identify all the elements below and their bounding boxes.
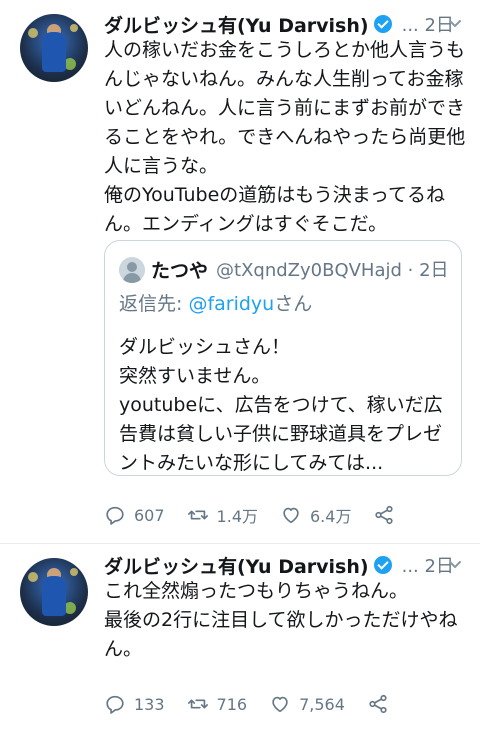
reply-button[interactable]: 133 [104, 693, 165, 715]
chevron-down-icon[interactable] [448, 558, 462, 572]
tweet-text: これ全然煽ったつもりちゃうねん。 最後の2行に注目して欲しかっただけやねん。 [104, 580, 458, 660]
share-icon [375, 505, 394, 525]
tweet-text: 人の稼いだお金をこうしろとか他人言うもんじゃないねん。みんな人生削ってお金稼いど… [104, 39, 466, 235]
reply-mention-link[interactable]: @faridyu [188, 293, 274, 315]
share-button[interactable] [367, 693, 389, 715]
share-icon [369, 694, 387, 714]
retweet-button[interactable]: 716 [187, 693, 248, 715]
retweet-count: 716 [216, 694, 248, 714]
tweet-divider [0, 543, 480, 544]
retweet-icon [187, 510, 208, 520]
quoted-author-name[interactable]: たつや [151, 256, 208, 283]
chevron-down-icon[interactable] [448, 17, 462, 31]
tweet-header: ダルビッシュ有(Yu Darvish) ... 2日 [104, 10, 454, 38]
quoted-handle-time: @tXqndZy0BQVHajd · 2日 [216, 260, 449, 281]
quoted-tweet[interactable]: たつや @tXqndZy0BQVHajd · 2日 返信先: @faridyuさ… [104, 240, 462, 476]
quoted-header: たつや @tXqndZy0BQVHajd · 2日 [151, 255, 449, 283]
tweet-timestamp[interactable]: ... 2日 [402, 552, 454, 578]
quoted-avatar[interactable] [119, 257, 145, 283]
heart-icon [272, 696, 288, 713]
author-name[interactable]: ダルビッシュ有(Yu Darvish) [104, 552, 369, 579]
heart-icon [283, 507, 299, 524]
like-button[interactable]: 7,564 [269, 693, 345, 715]
reply-button[interactable]: 607 [104, 504, 165, 526]
retweet-count: 1.4万 [216, 507, 258, 526]
reply-icon [106, 506, 124, 525]
tweet-timestamp[interactable]: ... 2日 [402, 11, 454, 37]
reply-to-label: 返信先: @faridyuさん [119, 293, 313, 315]
like-count: 7,564 [299, 694, 345, 714]
avatar[interactable] [20, 558, 88, 626]
quoted-text: ダルビッシュさん！ 突然すいません。 youtubeに、広告をつけて、稼いだ広告… [119, 336, 443, 474]
verified-badge-icon [373, 556, 392, 574]
reply-count: 607 [134, 505, 165, 525]
tweet-header: ダルビッシュ有(Yu Darvish) ... 2日 [104, 551, 454, 579]
like-button[interactable]: 6.4万 [280, 503, 351, 527]
author-name[interactable]: ダルビッシュ有(Yu Darvish) [104, 11, 369, 38]
retweet-icon [187, 699, 208, 709]
reply-icon [106, 695, 124, 714]
verified-badge-icon [373, 15, 392, 33]
avatar[interactable] [20, 14, 88, 82]
retweet-button[interactable]: 1.4万 [187, 503, 258, 527]
share-button[interactable] [373, 504, 395, 526]
tweet-actions: 133 716 7,564 [104, 692, 411, 716]
like-count: 6.4万 [310, 507, 352, 526]
reply-count: 133 [134, 694, 165, 714]
tweet-actions: 607 1.4万 6.4万 [104, 503, 417, 527]
